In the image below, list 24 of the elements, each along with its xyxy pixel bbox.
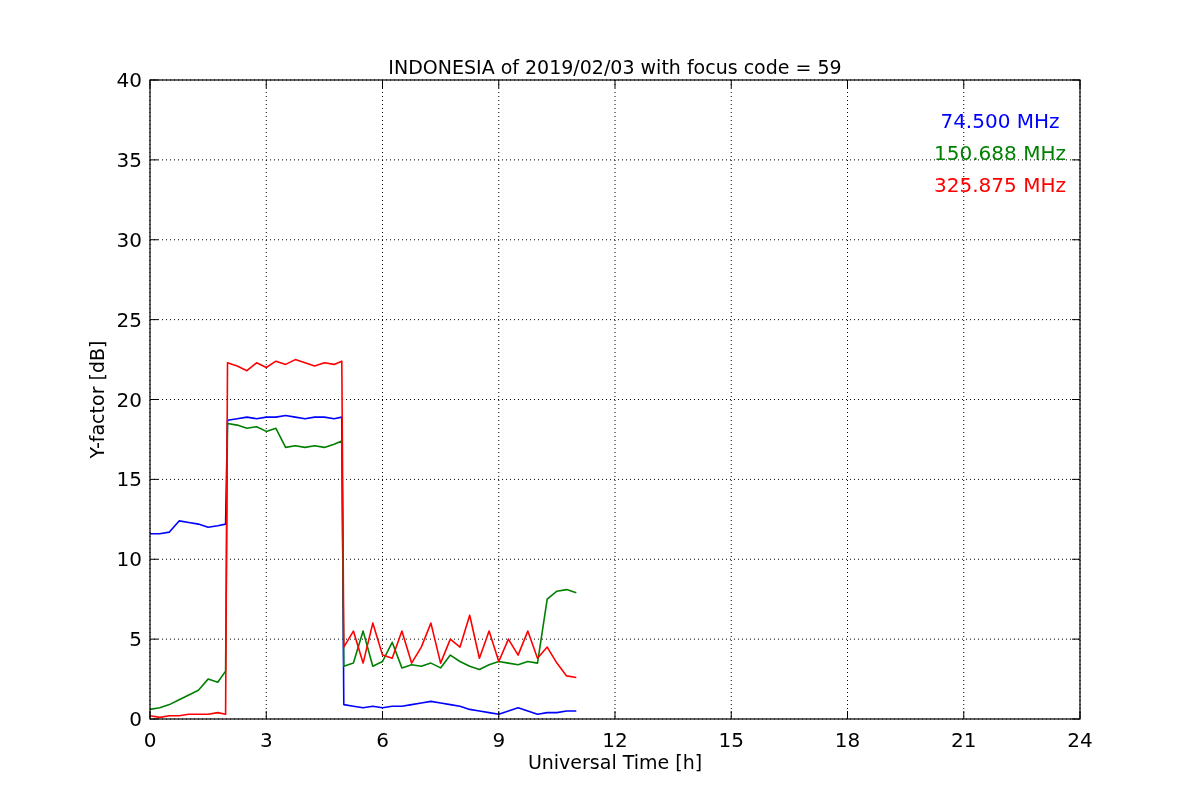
tick-label: 20 [116,387,142,412]
tick-label: 15 [718,728,744,752]
tick-label: 12 [602,728,628,752]
tick-label: 0 [129,707,142,731]
axis-label: Universal Time [h] [527,751,703,773]
tick-label: 6 [376,728,389,752]
tick-label: 9 [492,728,506,752]
tick-label: 35 [116,147,142,172]
tick-label: 3 [259,728,273,752]
legend-label: 325.875 MHz [934,173,1066,197]
tick-label: 10 [116,547,142,572]
legend-label: 74.500 MHz [940,109,1060,133]
tick-label: 18 [834,728,861,752]
tick-label: 30 [116,227,142,252]
tick-label: 21 [951,728,977,752]
tick-label: 25 [116,307,142,332]
legend-label: 150.688 MHz [934,141,1066,165]
chart-title: INDONESIA of 2019/02/03 with focus code = 59 [388,56,842,78]
tick-label: 5 [129,627,142,652]
tick-label: 24 [1067,728,1093,752]
axis-label: Y-factor [dB] [86,340,108,459]
tick-label: 0 [143,728,157,752]
tick-label: 40 [116,68,142,92]
tick-label: 15 [116,467,142,492]
